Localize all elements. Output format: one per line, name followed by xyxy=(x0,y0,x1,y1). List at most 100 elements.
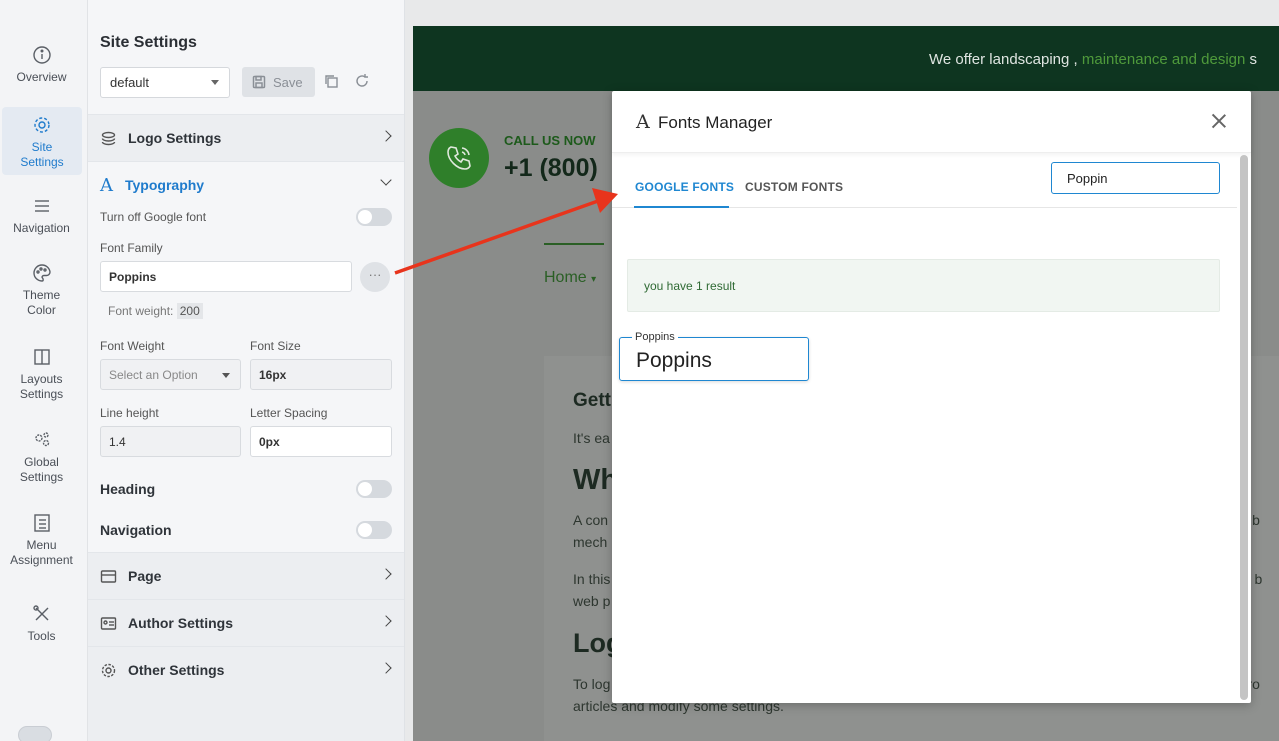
phone-circle xyxy=(429,128,489,188)
tools-icon xyxy=(32,605,48,621)
font-size-field[interactable]: 16px xyxy=(250,359,392,390)
info-icon xyxy=(32,46,51,64)
content-paragraph-3b: web p xyxy=(573,593,611,609)
nav-home-label: Home xyxy=(544,269,587,286)
chevron-right-icon xyxy=(380,662,392,674)
rail-item-layouts-settings[interactable]: Layouts Settings xyxy=(0,347,83,402)
result-count: you have 1 result xyxy=(627,259,1220,312)
chevron-down-icon xyxy=(222,373,230,378)
font-weight-note: Font weight: 200 xyxy=(108,303,203,319)
gears-icon xyxy=(34,432,49,447)
font-card-poppins[interactable]: Poppins Poppins xyxy=(619,331,809,381)
content-heading-1: Gett xyxy=(573,390,611,411)
tab-custom-fonts[interactable]: CUSTOM FONTS xyxy=(745,180,843,194)
id-card-icon xyxy=(100,616,117,630)
rail-item-label: Navigation xyxy=(13,221,70,235)
content-paragraph-2a: A con xyxy=(573,512,609,528)
preset-value: default xyxy=(110,75,150,90)
phone-icon xyxy=(447,146,471,170)
topbar-text: We offer landscaping , maintenance and d… xyxy=(929,51,1257,68)
modal-title: Fonts Manager xyxy=(658,113,773,132)
panel-title: Site Settings xyxy=(100,34,197,51)
chevron-down-icon xyxy=(211,80,219,85)
topbar-text-start: We offer landscaping , xyxy=(929,51,1082,68)
topbar-text-end: s xyxy=(1245,51,1258,68)
line-height-label: Line height xyxy=(100,406,159,420)
rail-item-label: Menu Assignment xyxy=(10,538,73,567)
rail-item-global-settings[interactable]: Global Settings xyxy=(0,430,83,485)
rail-item-tools[interactable]: Tools xyxy=(0,604,83,644)
font-family-field[interactable]: Poppins xyxy=(100,261,352,292)
rail-item-label: Layouts Settings xyxy=(19,372,64,401)
section-typography[interactable]: A Typography xyxy=(88,161,404,208)
heading-label: Heading xyxy=(100,481,156,497)
save-button[interactable]: Save xyxy=(242,67,315,97)
layout-icon xyxy=(33,349,50,365)
modal-scrollbar[interactable] xyxy=(1240,155,1248,700)
card-icon xyxy=(100,569,117,583)
section-author-settings[interactable]: Author Settings xyxy=(88,599,404,646)
section-label: Typography xyxy=(125,177,205,193)
section-label: Logo Settings xyxy=(128,130,222,146)
font-weight-note-value: 200 xyxy=(176,303,203,319)
letter-spacing-field[interactable]: 0px xyxy=(250,426,392,457)
save-icon xyxy=(252,75,266,89)
rail-item-menu-assignment[interactable]: Menu Assignment xyxy=(0,513,83,568)
navigation-toggle[interactable] xyxy=(356,521,392,539)
rail-item-label: Global Settings xyxy=(19,455,64,484)
font-size-label: Font Size xyxy=(250,339,301,353)
settings-panel: Site Settings default Save Logo Settings… xyxy=(88,0,405,741)
content-paragraph-2b: mech xyxy=(573,534,608,550)
rail-item-site-settings[interactable]: Site Settings xyxy=(2,107,82,175)
nav-home-link[interactable]: Home ▾ xyxy=(544,269,596,287)
font-weight-note-label: Font weight: xyxy=(108,304,174,318)
tab-google-fonts[interactable]: GOOGLE FONTS xyxy=(635,180,734,194)
close-icon[interactable] xyxy=(1211,113,1227,129)
phone-number: +1 (800) xyxy=(504,154,598,182)
font-weight-select-value: Select an Option xyxy=(109,368,198,382)
rail-toggle[interactable] xyxy=(18,726,52,741)
rail-item-label: Theme Color xyxy=(22,288,61,317)
font-icon: A xyxy=(636,111,650,133)
menu-icon xyxy=(34,200,49,212)
font-family-label: Font Family xyxy=(100,241,163,255)
site-topbar: We offer landscaping , maintenance and d… xyxy=(413,26,1279,91)
layers-icon xyxy=(101,131,116,145)
section-logo-settings[interactable]: Logo Settings xyxy=(88,114,404,161)
typography-icon: A xyxy=(100,174,113,196)
refresh-icon[interactable] xyxy=(354,73,370,89)
rail-item-navigation[interactable]: Navigation xyxy=(0,196,83,236)
section-label: Author Settings xyxy=(128,615,233,631)
letter-spacing-label: Letter Spacing xyxy=(250,406,328,420)
font-card-sample: Poppins xyxy=(636,349,712,372)
gear-icon xyxy=(101,663,116,677)
section-other-settings[interactable]: Other Settings xyxy=(88,646,404,693)
line-height-field[interactable]: 1.4 xyxy=(100,426,241,457)
font-card-legend: Poppins xyxy=(632,331,678,343)
copy-icon[interactable] xyxy=(323,73,339,89)
heading-toggle[interactable] xyxy=(356,480,392,498)
chevron-right-icon xyxy=(380,615,392,627)
section-label: Page xyxy=(128,568,162,584)
preset-select[interactable]: default xyxy=(100,67,230,98)
section-page[interactable]: Page xyxy=(88,552,404,599)
save-label: Save xyxy=(273,74,303,90)
topbar-text-highlight: maintenance and design xyxy=(1081,51,1246,68)
font-weight-select[interactable]: Select an Option xyxy=(100,359,241,390)
more-icon[interactable]: ··· xyxy=(360,262,390,292)
content-paragraph-1: It's ea xyxy=(573,430,610,446)
chevron-down-icon: ▾ xyxy=(591,274,597,285)
font-search-input[interactable]: Poppin xyxy=(1051,162,1220,194)
palette-icon xyxy=(32,264,51,282)
rail-item-theme-color[interactable]: Theme Color xyxy=(0,263,83,318)
rail-item-overview[interactable]: Overview xyxy=(0,45,83,85)
section-label: Other Settings xyxy=(128,662,225,678)
active-tab-indicator xyxy=(634,206,729,208)
fonts-manager-modal: A Fonts Manager GOOGLE FONTS CUSTOM FONT… xyxy=(612,91,1251,703)
modal-header: A Fonts Manager xyxy=(612,91,1251,153)
google-font-toggle[interactable] xyxy=(356,208,392,226)
nav-divider xyxy=(544,243,604,245)
app-rail: Overview Site Settings Navigation Theme … xyxy=(0,0,88,741)
panel-footer xyxy=(88,693,404,741)
content-paragraph-3a: In this xyxy=(573,571,611,587)
